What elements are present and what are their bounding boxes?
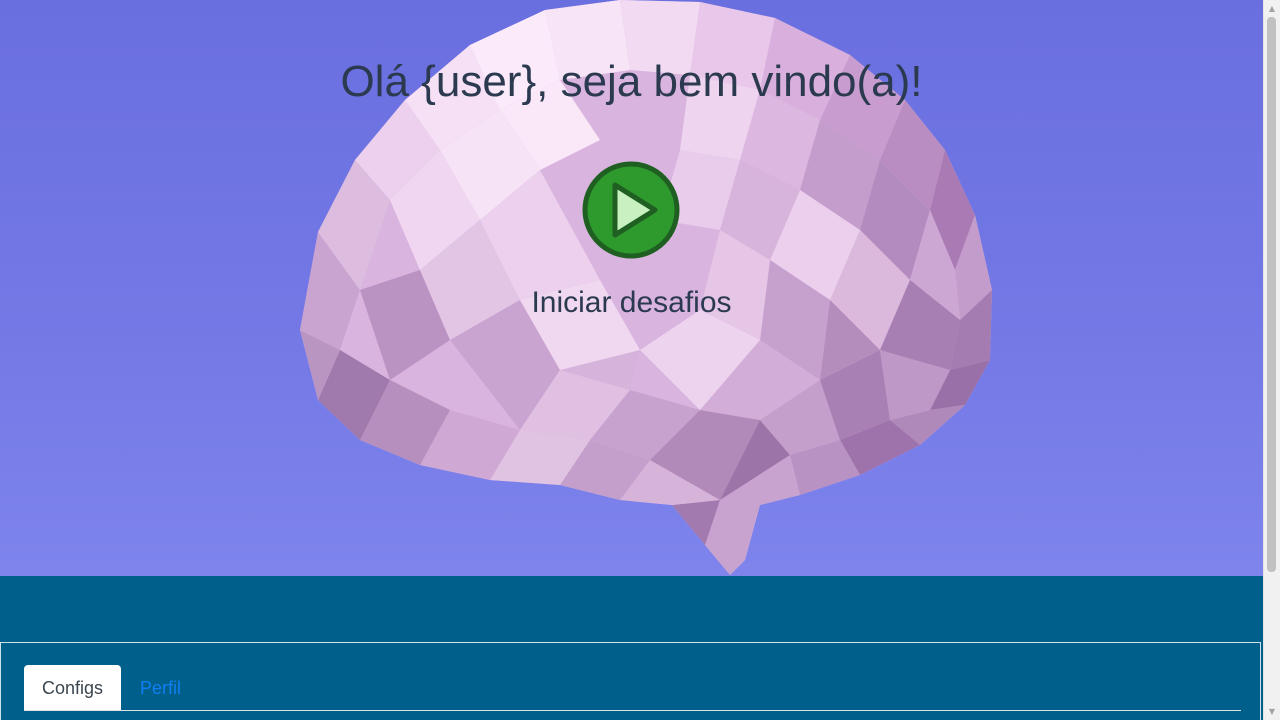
- scroll-up-icon[interactable]: ▲: [1264, 0, 1280, 17]
- scroll-down-icon[interactable]: ▼: [1264, 703, 1280, 720]
- content-band: Configs Perfil: [0, 576, 1263, 720]
- scroll-thumb[interactable]: [1267, 17, 1276, 572]
- start-challenges-label[interactable]: Iniciar desafios: [0, 284, 1263, 322]
- hero-banner: Olá {user}, seja bem vindo(a)! Iniciar d…: [0, 0, 1263, 576]
- tab-configs[interactable]: Configs: [24, 665, 121, 711]
- vertical-scrollbar[interactable]: ▲ ▼: [1263, 0, 1280, 720]
- tabs-divider: [24, 710, 1241, 711]
- tabs-panel: Configs Perfil: [0, 642, 1261, 720]
- play-icon[interactable]: [582, 161, 680, 259]
- welcome-title: Olá {user}, seja bem vindo(a)!: [340, 57, 923, 106]
- page: Olá {user}, seja bem vindo(a)! Iniciar d…: [0, 0, 1280, 720]
- tab-perfil[interactable]: Perfil: [121, 665, 200, 711]
